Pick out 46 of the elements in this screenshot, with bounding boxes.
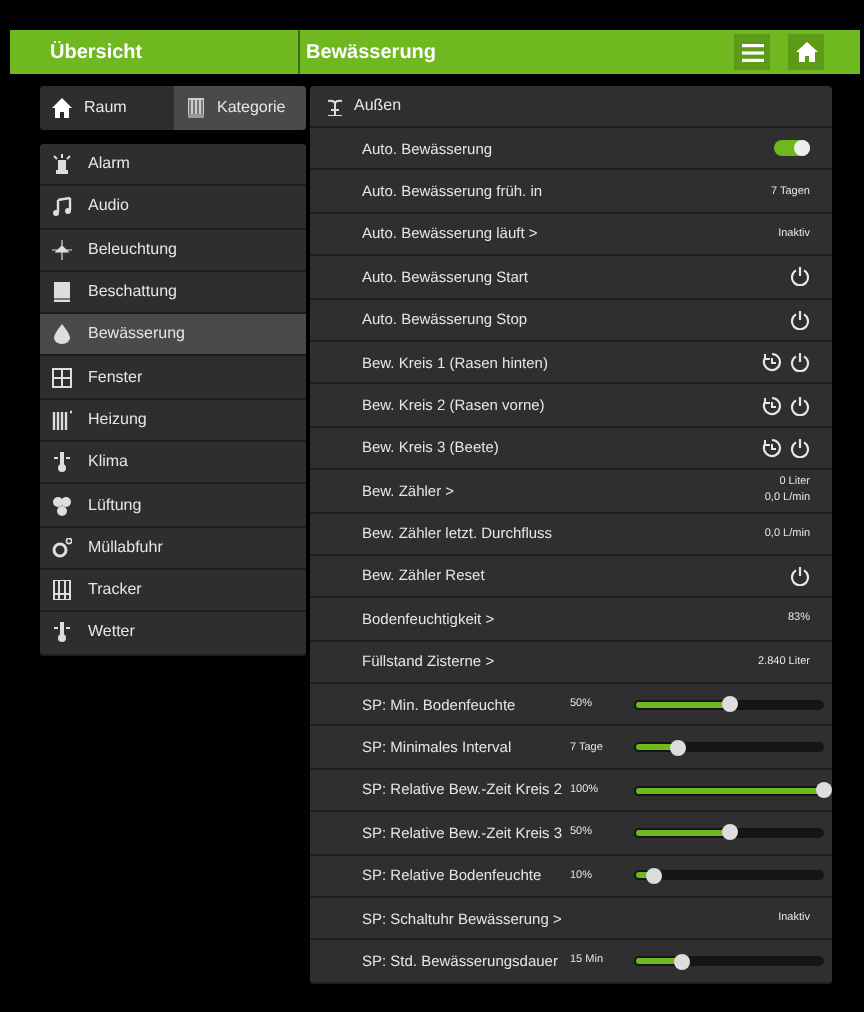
slider-thumb[interactable] [816, 782, 832, 799]
home-button[interactable] [788, 34, 824, 70]
menu-button[interactable] [734, 34, 770, 70]
slider-track[interactable] [634, 742, 824, 753]
power-icon[interactable] [790, 395, 810, 416]
timer-icon[interactable] [762, 395, 782, 416]
slider-thumb[interactable] [645, 867, 661, 884]
lamp-icon [52, 239, 72, 260]
home-icon [795, 42, 817, 62]
window-icon [52, 367, 72, 388]
tab[interactable]: Kategorie [173, 86, 306, 130]
slider-thumb[interactable] [669, 739, 686, 756]
toggle-switch[interactable] [774, 140, 810, 157]
power-icon[interactable] [790, 437, 810, 458]
power-icon[interactable] [790, 352, 810, 373]
category-item[interactable]: Alarm [40, 144, 306, 187]
slider-track[interactable] [634, 956, 824, 967]
gear-icon [52, 537, 72, 558]
slider-track[interactable] [634, 827, 824, 838]
power-icon[interactable] [790, 566, 810, 587]
menu-icon [741, 43, 763, 61]
house-icon [52, 98, 72, 118]
timer-icon[interactable] [762, 437, 782, 458]
drop-icon [52, 324, 72, 345]
slider-track[interactable] [634, 699, 824, 710]
panel-title: Außen [354, 94, 402, 118]
slider-track[interactable] [634, 870, 824, 881]
grid-icon [185, 98, 205, 118]
slider-thumb[interactable] [721, 696, 737, 713]
category-item[interactable]: Bewässerung [40, 314, 306, 357]
power-icon[interactable] [790, 266, 810, 287]
thermometer-icon [52, 452, 72, 473]
fan-icon [52, 495, 72, 516]
shutter-icon [52, 282, 72, 303]
thermometer-icon [52, 622, 72, 643]
header-title: Bewässerung [306, 39, 439, 67]
slider-thumb[interactable] [721, 824, 737, 841]
slider-thumb[interactable] [673, 953, 690, 970]
radiator-icon [52, 409, 72, 430]
plant-icon [326, 97, 344, 115]
timer-icon[interactable] [762, 352, 782, 373]
music-note-icon [52, 196, 72, 217]
siren-icon [52, 154, 72, 175]
header-title: Übersicht [50, 39, 143, 67]
power-icon[interactable] [790, 309, 810, 330]
grid-icon [52, 580, 72, 601]
